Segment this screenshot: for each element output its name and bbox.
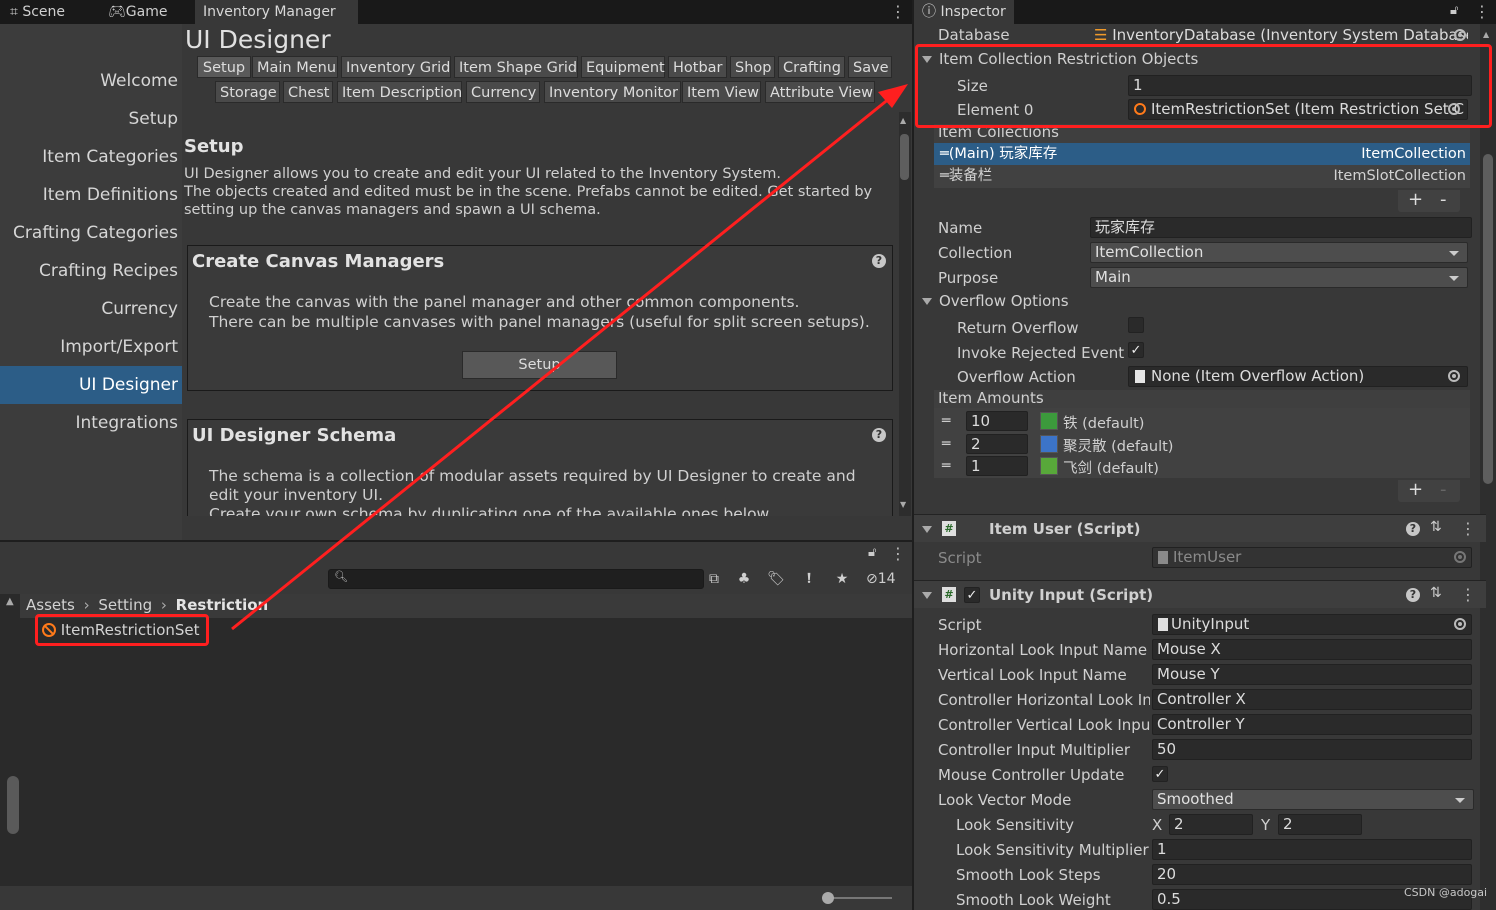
arrow-line (231, 96, 891, 631)
annotation-arrow (231, 84, 908, 631)
